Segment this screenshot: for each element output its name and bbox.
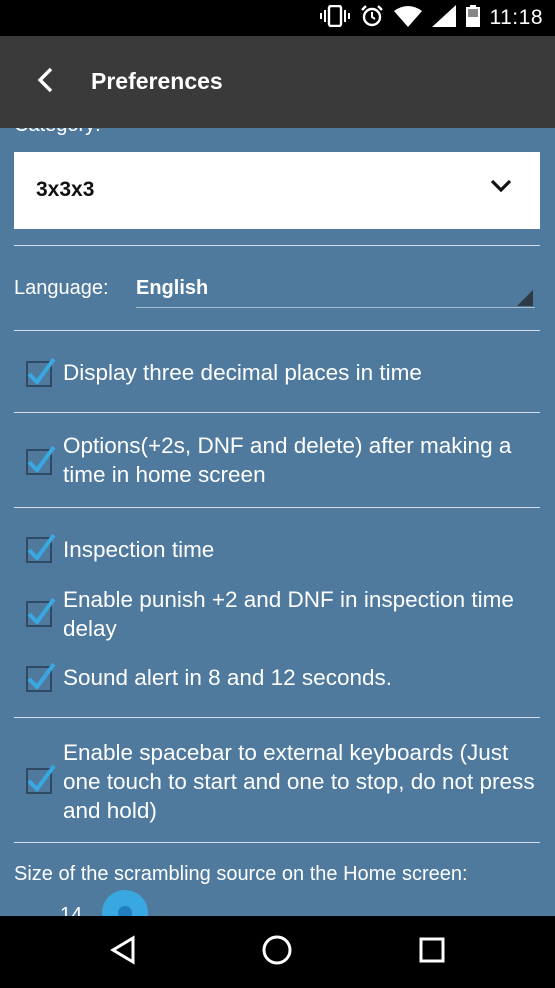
language-value: English (136, 277, 209, 299)
option-three-decimals[interactable]: Display three decimal places in time (14, 354, 540, 394)
option-spacebar[interactable]: Enable spacebar to external keyboards (J… (14, 737, 540, 829)
battery-icon (465, 4, 480, 32)
option-label: Options(+2s, DNF and delete) after makin… (63, 433, 512, 487)
scramble-size-label: Size of the scrambling source on the Hom… (14, 863, 468, 885)
check-icon (27, 597, 56, 626)
dropdown-corner-icon (517, 290, 533, 306)
checkbox[interactable] (26, 662, 56, 692)
checkbox[interactable] (26, 533, 56, 563)
check-icon (27, 533, 56, 562)
option-time-actions[interactable]: Options(+2s, DNF and delete) after makin… (14, 430, 540, 494)
recents-square-icon (418, 936, 446, 969)
checkbox[interactable] (26, 764, 56, 794)
divider (14, 245, 540, 246)
divider (14, 717, 540, 718)
category-value: 3x3x3 (36, 178, 95, 201)
option-sound-alert[interactable]: Sound alert in 8 and 12 seconds. (14, 660, 540, 696)
check-icon (27, 764, 56, 793)
language-underline (136, 307, 535, 308)
app-bar: Preferences (0, 36, 555, 128)
nav-back-button[interactable] (103, 932, 143, 972)
home-circle-icon (261, 934, 293, 971)
status-icons: 11:18 (319, 0, 544, 36)
category-label: Category: (14, 128, 101, 137)
option-label: Inspection time (63, 537, 215, 562)
wifi-icon (393, 5, 422, 32)
signal-icon (431, 4, 456, 32)
divider (14, 507, 540, 508)
check-icon (27, 357, 56, 386)
option-punish-penalty[interactable]: Enable punish +2 and DNF in inspection t… (14, 584, 540, 646)
check-icon (27, 445, 56, 474)
chevron-down-icon (490, 178, 512, 199)
navigation-bar (0, 916, 555, 988)
option-inspection-time[interactable]: Inspection time (14, 532, 540, 568)
check-icon (27, 662, 56, 691)
checkbox[interactable] (26, 357, 56, 387)
option-label: Sound alert in 8 and 12 seconds. (63, 665, 392, 690)
alarm-icon (360, 4, 384, 33)
option-label: Display three decimal places in time (63, 360, 422, 385)
divider (14, 842, 540, 843)
page-title: Preferences (91, 68, 223, 94)
back-button[interactable] (28, 64, 64, 100)
language-label: Language: (14, 277, 109, 299)
language-select[interactable]: English (136, 268, 535, 308)
vibrate-icon (319, 4, 350, 32)
checkbox[interactable] (26, 445, 56, 475)
back-triangle-icon (109, 934, 137, 970)
scramble-size-slider-thumb[interactable] (102, 890, 148, 916)
option-label: Enable spacebar to external keyboards (J… (63, 740, 535, 823)
chevron-left-icon (36, 67, 56, 98)
category-select[interactable]: 3x3x3 (14, 152, 540, 229)
divider (14, 330, 540, 331)
nav-recents-button[interactable] (412, 932, 452, 972)
scramble-size-value: 14 (60, 904, 83, 916)
checkbox[interactable] (26, 597, 56, 627)
nav-home-button[interactable] (257, 932, 297, 972)
preferences-content[interactable]: Category: 3x3x3 Language: English Displa… (0, 128, 555, 916)
option-label: Enable punish +2 and DNF in inspection t… (63, 587, 514, 641)
divider (14, 412, 540, 413)
status-bar: 11:18 (0, 0, 555, 36)
status-time: 11:18 (489, 6, 543, 29)
